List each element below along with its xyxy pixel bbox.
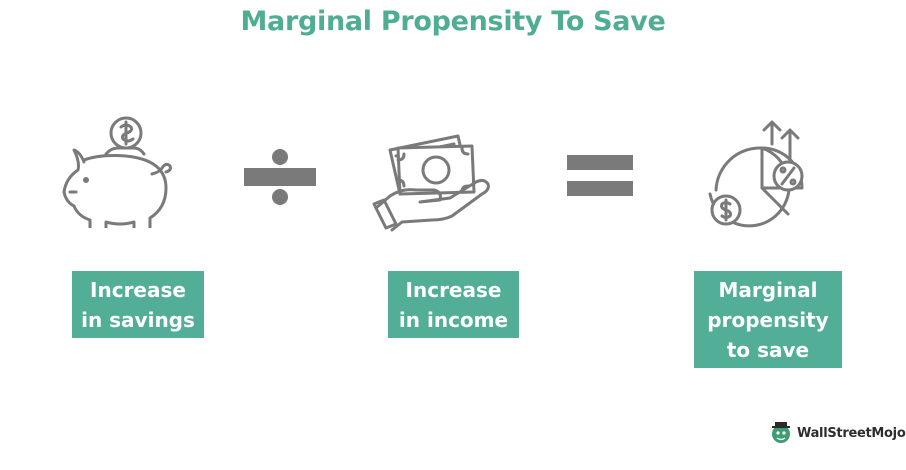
equals-icon <box>567 155 633 196</box>
brand-mascot-icon <box>772 422 790 443</box>
brand-name: WallStreetMojo <box>797 425 906 441</box>
increase-in-income-label: Increase in income <box>388 271 519 338</box>
divide-icon <box>244 149 316 205</box>
marginal-propensity-to-save-label: Marginal propensity to save <box>694 271 842 368</box>
piggy-bank-icon <box>62 116 172 228</box>
brand-logo: WallStreetMojo <box>768 420 906 446</box>
growth-chart-icon <box>708 120 804 228</box>
page-title: Marginal Propensity To Save <box>240 6 666 37</box>
increase-in-savings-label: Increase in savings <box>72 271 204 338</box>
hand-money-icon <box>372 134 490 232</box>
